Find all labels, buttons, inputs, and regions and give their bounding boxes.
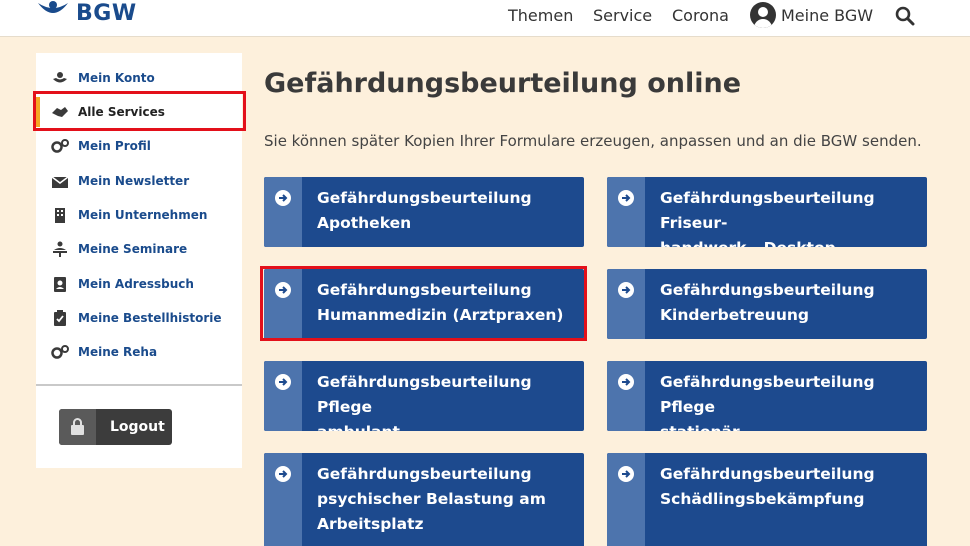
gears-icon [51, 139, 69, 153]
sidebar-item-meine-reha[interactable]: Meine Reha [36, 337, 242, 367]
bgw-logo-icon [38, 1, 68, 13]
sidebar-item-label: Mein Newsletter [78, 174, 190, 188]
building-icon [55, 208, 65, 223]
card-label: Gefährdungsbeurteilung Friseur-handwerk … [660, 189, 875, 247]
hand-heart-icon [53, 72, 67, 83]
newsletter-icon [51, 176, 69, 188]
sidebar-item-label: Meine Seminare [78, 242, 188, 256]
presenter-icon [53, 241, 67, 257]
card-label: Gefährdungsbeurteilung Kinderbetreuung [660, 281, 875, 324]
arrow-right-icon [275, 466, 291, 482]
card-pflege-ambulant[interactable]: Gefährdungsbeurteilung Pflegeambulant [264, 361, 584, 431]
sidebar-divider [36, 384, 242, 386]
sidebar-item-meine-bestellhistorie[interactable]: Meine Bestellhistorie [36, 303, 242, 333]
address-book-icon [54, 277, 66, 292]
logout-button[interactable]: Logout [59, 409, 172, 445]
sidebar-item-mein-profil[interactable]: Mein Profil [36, 131, 242, 161]
bgw-logo[interactable]: BGW [36, 0, 137, 30]
intro-text: Sie können später Kopien Ihrer Formulare… [264, 132, 922, 150]
top-header: BGW Themen Service Corona Meine BGW [0, 0, 970, 37]
arrow-right-icon [618, 190, 634, 206]
arrow-right-icon [618, 282, 634, 298]
card-pflege-stationaer[interactable]: Gefährdungsbeurteilung Pflegestationär [607, 361, 927, 431]
card-label: Gefährdungsbeurteilung Pflegestationär [660, 373, 875, 431]
search-icon[interactable] [895, 6, 915, 26]
arrow-right-icon [275, 374, 291, 390]
sidebar-item-label: Mein Konto [78, 71, 155, 85]
arrow-right-icon [618, 374, 634, 390]
card-apotheken[interactable]: Gefährdungsbeurteilung Apotheken [264, 177, 584, 247]
arrow-right-icon [275, 190, 291, 206]
page-title: Gefährdungsbeurteilung online [264, 68, 742, 99]
card-schaedlingsbekaempfung[interactable]: Gefährdungsbeurteilung Schädlingsbekämpfu… [607, 453, 927, 546]
card-label: Gefährdungsbeurteilung Apotheken [317, 189, 532, 232]
card-label: Gefährdungsbeurteilung Pflegeambulant [317, 373, 532, 431]
sidebar-item-mein-konto[interactable]: Mein Konto [36, 63, 242, 93]
sidebar-item-label: Meine Bestellhistorie [78, 311, 222, 325]
sidebar-item-mein-adressbuch[interactable]: Mein Adressbuch [36, 269, 242, 299]
nav-meine-bgw[interactable]: Meine BGW [781, 6, 873, 25]
sidebar-item-label: Mein Unternehmen [78, 208, 208, 222]
card-friseurhandwerk[interactable]: Gefährdungsbeurteilung Friseur-handwerk … [607, 177, 927, 247]
lock-icon [59, 409, 96, 445]
sidebar-item-label: Meine Reha [78, 345, 158, 359]
sidebar-item-meine-seminare[interactable]: Meine Seminare [36, 234, 242, 264]
sidebar-item-label: Mein Adressbuch [78, 277, 194, 291]
card-label: Gefährdungsbeurteilung psychischer Belast… [317, 465, 546, 533]
sidebar-item-label: Mein Profil [78, 139, 151, 153]
user-avatar-icon[interactable] [750, 2, 776, 28]
nav-service[interactable]: Service [593, 6, 652, 25]
sidebar-item-mein-unternehmen[interactable]: Mein Unternehmen [36, 200, 242, 230]
sidebar-item-mein-newsletter[interactable]: Mein Newsletter [36, 166, 242, 196]
card-label: Gefährdungsbeurteilung Schädlingsbekämpfu… [660, 465, 875, 508]
card-kinderbetreuung[interactable]: Gefährdungsbeurteilung Kinderbetreuung [607, 269, 927, 339]
logout-label: Logout [110, 419, 165, 435]
arrow-right-icon [618, 466, 634, 482]
clipboard-check-icon [54, 310, 66, 326]
card-psychische-belastung[interactable]: Gefährdungsbeurteilung psychischer Belast… [264, 453, 584, 546]
highlight-alle-services [33, 91, 246, 131]
gears-icon [51, 345, 69, 359]
nav-corona[interactable]: Corona [672, 6, 729, 25]
logo-text: BGW [76, 0, 137, 26]
highlight-humanmedizin [260, 266, 587, 341]
nav-themen[interactable]: Themen [508, 6, 573, 25]
